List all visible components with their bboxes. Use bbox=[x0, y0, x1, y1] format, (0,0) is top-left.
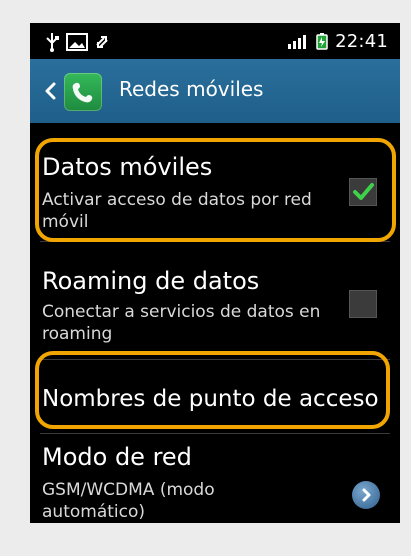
setting-modo-de-red[interactable]: Modo de red GSM/WCDMA (modo automático) bbox=[30, 435, 400, 523]
divider bbox=[40, 241, 390, 242]
back-chevron-icon[interactable] bbox=[44, 82, 58, 100]
setting-title: Nombres de punto de acceso bbox=[42, 386, 379, 412]
settings-list: Datos móviles Activar acceso de datos po… bbox=[30, 123, 400, 523]
phone-screen: 22:41 Redes móviles Datos móviles Activa… bbox=[30, 23, 400, 523]
network-mode-chevron-button[interactable] bbox=[352, 481, 380, 509]
page-title: Redes móviles bbox=[119, 77, 264, 101]
divider bbox=[40, 359, 390, 360]
setting-subtitle: Activar acceso de datos por red móvil bbox=[42, 190, 312, 232]
setting-subtitle: Conectar a servicios de datos en roaming bbox=[42, 302, 321, 344]
phone-app-icon bbox=[64, 73, 102, 111]
signal-icon bbox=[288, 35, 307, 49]
status-time: 22:41 bbox=[335, 30, 388, 52]
checkmark-icon bbox=[353, 183, 374, 200]
setting-title: Datos móviles bbox=[42, 153, 213, 181]
setting-title: Roaming de datos bbox=[42, 267, 260, 295]
setting-roaming-de-datos[interactable]: Roaming de datos Conectar a servicios de… bbox=[30, 243, 400, 353]
status-bar: 22:41 bbox=[30, 23, 400, 59]
setting-datos-moviles[interactable]: Datos móviles Activar acceso de datos po… bbox=[30, 123, 400, 233]
setting-nombres-punto-acceso[interactable]: Nombres de punto de acceso bbox=[30, 361, 400, 431]
roaming-checkbox[interactable] bbox=[349, 290, 377, 318]
image-icon bbox=[66, 33, 88, 51]
chevron-right-icon bbox=[362, 488, 371, 502]
setting-title: Modo de red bbox=[42, 443, 192, 471]
mobile-data-checkbox[interactable] bbox=[349, 178, 377, 206]
sync-icon bbox=[96, 36, 108, 48]
usb-icon bbox=[46, 33, 59, 52]
phone-icon bbox=[72, 82, 93, 103]
divider bbox=[40, 433, 390, 434]
setting-subtitle: GSM/WCDMA (modo automático) bbox=[42, 480, 215, 522]
battery-icon bbox=[316, 33, 328, 50]
status-right-icons: 22:41 bbox=[287, 30, 388, 52]
action-bar: Redes móviles bbox=[30, 59, 400, 125]
